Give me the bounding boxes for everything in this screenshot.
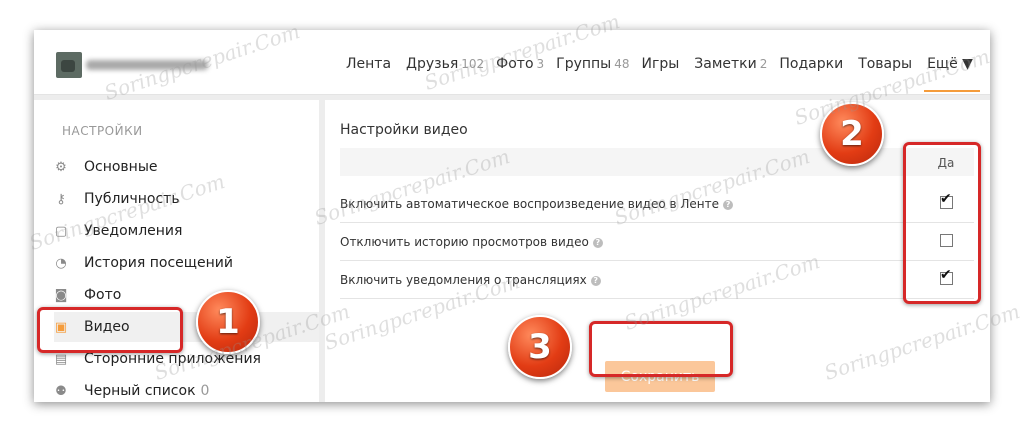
sidebar-item-label: Черный список — [84, 383, 196, 399]
apps-icon: ▤ — [54, 351, 68, 367]
sidebar-item-photo[interactable]: ◙ Фото — [54, 280, 319, 310]
nav-label: Лента — [346, 56, 392, 72]
sidebar-item-label: История посещений — [84, 255, 233, 271]
table-header: Да — [340, 148, 974, 176]
table-row: Включить автоматическое воспроизведение … — [340, 185, 974, 223]
nav-count: 102 — [461, 57, 485, 71]
table-row: Включить уведомления о трансляциях? ✔ — [340, 261, 974, 299]
setting-label-text: Отключить историю просмотров видео — [340, 235, 589, 249]
nav-label: Подарки — [779, 56, 844, 72]
step-badge-3: 3 — [508, 315, 572, 379]
help-icon[interactable]: ? — [592, 237, 603, 248]
nav-label: Фото — [496, 56, 534, 72]
sidebar-item-blacklist[interactable]: ⚉ Черный список 0 — [54, 376, 319, 402]
gear-icon: ⚙ — [55, 159, 67, 175]
camera-icon: ◙ — [54, 287, 68, 303]
key-icon: ⚷ — [56, 191, 66, 207]
sidebar-item-count: 0 — [200, 383, 210, 399]
nav-more-label: Ещё ▼ — [927, 56, 973, 72]
nav-count: 48 — [614, 57, 630, 71]
highlight-checkbox-column — [903, 142, 981, 304]
setting-label-autoplay: Включить автоматическое воспроизведение … — [340, 197, 734, 211]
nav-item-goods[interactable]: Товары — [858, 56, 915, 72]
top-navigation-bar: Лента Друзья 102 Фото 3 Группы 48 Игры Заме… — [34, 30, 990, 95]
notification-icon: ▢ — [54, 223, 68, 239]
nav-active-underline — [924, 90, 980, 92]
page-title: Настройки видео — [340, 122, 468, 138]
sidebar-item-label: Уведомления — [84, 223, 183, 239]
help-icon[interactable]: ? — [590, 275, 601, 286]
table-row: Отключить историю просмотров видео? — [340, 223, 974, 261]
nav-item-more[interactable]: Ещё ▼ — [924, 56, 980, 92]
step-badge-1: 1 — [196, 290, 260, 354]
blocked-user-icon: ⚉ — [55, 383, 67, 399]
setting-label-history: Отключить историю просмотров видео? — [340, 235, 603, 249]
avatar[interactable] — [56, 52, 82, 78]
main-nav: Лента Друзья 102 Фото 3 Группы 48 Игры Заме… — [346, 56, 985, 92]
nav-label: Товары — [858, 56, 913, 72]
history-icon: ◔ — [55, 255, 67, 271]
nav-label: Игры — [641, 56, 680, 72]
sidebar-item-label: Фото — [84, 287, 122, 303]
sidebar-item-publicity[interactable]: ⚷ Публичность — [54, 184, 319, 214]
sidebar-item-main[interactable]: ⚙ Основные — [54, 152, 319, 182]
nav-count: 3 — [536, 57, 545, 71]
help-icon[interactable]: ? — [723, 199, 734, 210]
setting-label-broadcasts: Включить уведомления о трансляциях? — [340, 273, 601, 287]
nav-item-gifts[interactable]: Подарки — [779, 56, 846, 72]
sidebar-item-label: Сторонние приложения — [84, 351, 261, 367]
setting-label-text: Включить автоматическое воспроизведение … — [340, 197, 720, 211]
nav-label: Заметки — [694, 56, 757, 72]
highlight-save-button — [589, 321, 733, 377]
nav-item-friends[interactable]: Друзья 102 — [406, 56, 484, 72]
setting-label-text: Включить уведомления о трансляциях — [340, 273, 587, 287]
nav-label: Друзья — [406, 56, 459, 72]
nav-item-photo[interactable]: Фото 3 — [496, 56, 544, 72]
settings-sidebar: НАСТРОЙКИ ⚙ Основные ⚷ Публичность ▢ Уве… — [34, 100, 319, 402]
username-blurred[interactable] — [86, 60, 208, 70]
sidebar-item-label: Публичность — [84, 191, 180, 207]
sidebar-item-notifications[interactable]: ▢ Уведомления — [54, 216, 319, 246]
nav-item-notes[interactable]: Заметки 2 — [694, 56, 767, 72]
sidebar-item-label: Основные — [84, 159, 158, 175]
nav-item-groups[interactable]: Группы 48 — [556, 56, 629, 72]
step-badge-2: 2 — [820, 102, 884, 166]
sidebar-heading: НАСТРОЙКИ — [62, 124, 143, 138]
nav-label: Группы — [556, 56, 612, 72]
nav-count: 2 — [759, 57, 768, 71]
highlight-video-item — [37, 307, 183, 353]
nav-item-games[interactable]: Игры — [642, 56, 683, 72]
sidebar-item-history[interactable]: ◔ История посещений — [54, 248, 319, 278]
nav-item-feed[interactable]: Лента — [346, 56, 394, 72]
